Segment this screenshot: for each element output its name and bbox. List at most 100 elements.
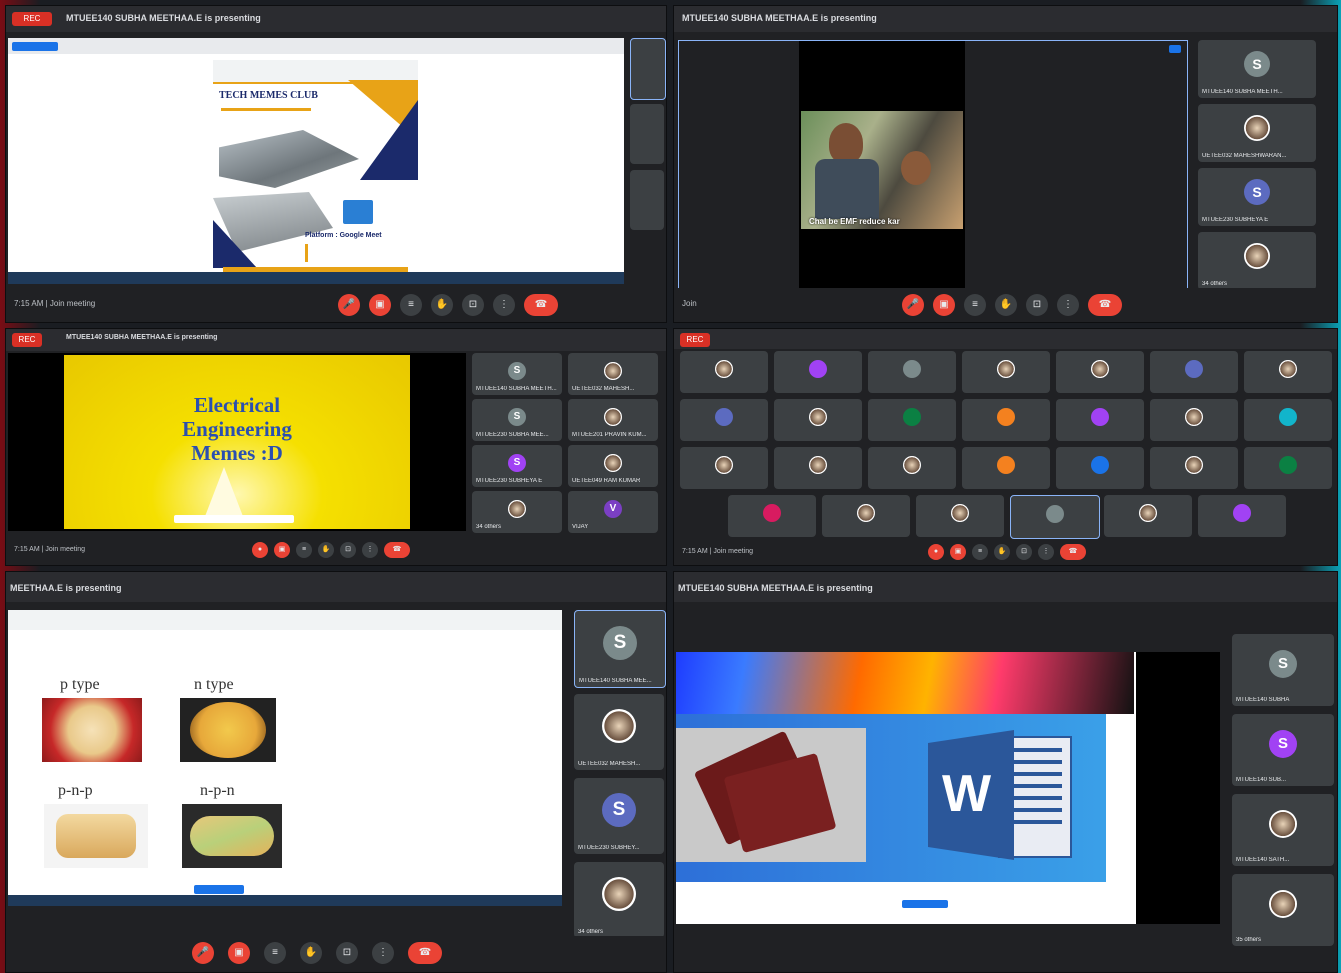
camera-off-button[interactable]: ▣ bbox=[933, 294, 955, 316]
participant-tile[interactable]: MTUEE140 SATH... bbox=[1232, 794, 1334, 866]
camera-off-button[interactable]: ▣ bbox=[228, 942, 250, 964]
participant-tile[interactable]: 34 others bbox=[472, 491, 562, 533]
participant-tile[interactable] bbox=[868, 351, 956, 393]
present-button[interactable]: ⊡ bbox=[1016, 544, 1032, 560]
shared-screen: W bbox=[676, 652, 1136, 924]
participant-tile[interactable] bbox=[1104, 495, 1192, 537]
participant-tile[interactable] bbox=[1244, 399, 1332, 441]
participant-avatar bbox=[903, 359, 921, 378]
participant-tile[interactable]: 35 others bbox=[1232, 874, 1334, 946]
participant-tile[interactable] bbox=[1056, 447, 1144, 489]
captions-button[interactable]: ≡ bbox=[400, 294, 422, 316]
more-options-button[interactable]: ⋮ bbox=[362, 542, 378, 558]
shared-screen: p type n type p-n-p n-p-n bbox=[8, 610, 562, 906]
participant-name: MTUEE140 SUBHA MEE... bbox=[579, 678, 652, 684]
participant-photo bbox=[903, 455, 921, 474]
leave-call-button[interactable]: ☎ bbox=[524, 294, 558, 316]
participant-tile[interactable]: S MTUEE230 SUBHEYA E bbox=[472, 445, 562, 487]
participant-tile[interactable]: UETEE049 RAM KUMAR bbox=[568, 445, 658, 487]
participant-tile[interactable] bbox=[962, 447, 1050, 489]
present-button[interactable]: ⊡ bbox=[462, 294, 484, 316]
raise-hand-button[interactable]: ✋ bbox=[431, 294, 453, 316]
participant-tile[interactable] bbox=[1244, 447, 1332, 489]
more-options-button[interactable]: ⋮ bbox=[1057, 294, 1079, 316]
participant-tile[interactable] bbox=[1056, 399, 1144, 441]
raise-hand-button[interactable]: ✋ bbox=[318, 542, 334, 558]
participant-tile[interactable]: V VIJAY bbox=[568, 491, 658, 533]
mic-off-button[interactable]: 🎤 bbox=[338, 294, 360, 316]
present-button[interactable]: ⊡ bbox=[340, 542, 356, 558]
participant-tile[interactable] bbox=[1010, 495, 1100, 539]
camera-off-button[interactable]: ▣ bbox=[950, 544, 966, 560]
leave-call-button[interactable]: ☎ bbox=[408, 942, 442, 964]
participant-avatar bbox=[715, 407, 733, 426]
participant-tile[interactable]: UETEE032 MAHESHWARAN... bbox=[1198, 104, 1316, 162]
participant-tile[interactable]: S MTUEE140 SUBHA MEE... bbox=[574, 610, 666, 688]
participant-tile[interactable]: S MTUEE140 SUB... bbox=[1232, 714, 1334, 786]
leave-call-button[interactable]: ☎ bbox=[1060, 544, 1086, 560]
participant-tile[interactable] bbox=[1150, 447, 1238, 489]
participant-tile[interactable]: 34 others bbox=[574, 862, 664, 938]
leave-call-button[interactable]: ☎ bbox=[384, 542, 410, 558]
participant-tile[interactable] bbox=[1150, 351, 1238, 393]
bread-image bbox=[42, 698, 142, 762]
mic-off-button[interactable]: ● bbox=[252, 542, 268, 558]
participant-tile[interactable] bbox=[1056, 351, 1144, 393]
participant-tile[interactable]: S MTUEE140 SUBHA MEETH... bbox=[1198, 40, 1316, 98]
participant-tile[interactable]: S MTUEE140 SUBHA MEETH... bbox=[472, 353, 562, 395]
more-options-button[interactable]: ⋮ bbox=[493, 294, 515, 316]
captions-button[interactable]: ≡ bbox=[264, 942, 286, 964]
raise-hand-button[interactable]: ✋ bbox=[995, 294, 1017, 316]
recording-badge: REC bbox=[12, 333, 42, 347]
participant-tile[interactable]: MTUEE201 PRAVIN KUM... bbox=[568, 399, 658, 441]
captions-button[interactable]: ≡ bbox=[296, 542, 312, 558]
participant-name: VIJAY bbox=[572, 524, 589, 530]
captions-button[interactable]: ≡ bbox=[972, 544, 988, 560]
participant-tile[interactable] bbox=[774, 447, 862, 489]
participant-name: UETEE049 RAM KUMAR bbox=[572, 478, 641, 484]
more-options-button[interactable]: ⋮ bbox=[1038, 544, 1054, 560]
captions-button[interactable]: ≡ bbox=[964, 294, 986, 316]
participant-tile[interactable] bbox=[680, 399, 768, 441]
participant-tile[interactable]: UETEE032 MAHESH... bbox=[574, 694, 664, 770]
participant-tile[interactable]: S MTUEE140 SUBHA bbox=[1232, 634, 1334, 706]
camera-off-button[interactable]: ▣ bbox=[369, 294, 391, 316]
participant-tile[interactable] bbox=[916, 495, 1004, 537]
participant-tile[interactable] bbox=[728, 495, 816, 537]
participant-tile[interactable]: 34 others bbox=[1198, 232, 1316, 290]
present-button[interactable]: ⊡ bbox=[336, 942, 358, 964]
presenting-label: MTUEE140 SUBHA MEETHAA.E is presenting bbox=[682, 13, 877, 23]
participant-tile[interactable] bbox=[822, 495, 910, 537]
participant-photo bbox=[1139, 503, 1157, 522]
mic-off-button[interactable]: 🎤 bbox=[192, 942, 214, 964]
participant-tile[interactable] bbox=[680, 351, 768, 393]
participant-photo bbox=[997, 359, 1015, 378]
mic-off-button[interactable]: 🎤 bbox=[902, 294, 924, 316]
participant-tile[interactable] bbox=[680, 447, 768, 489]
participant-tile[interactable]: UETEE032 MAHESH... bbox=[568, 353, 658, 395]
participant-tile[interactable] bbox=[774, 351, 862, 393]
participant-tile[interactable] bbox=[774, 399, 862, 441]
mic-off-button[interactable]: ● bbox=[928, 544, 944, 560]
leave-call-button[interactable]: ☎ bbox=[1088, 294, 1122, 316]
participant-tile[interactable]: S MTUEE230 SUBHEY... bbox=[574, 778, 664, 854]
label-npn: n-p-n bbox=[200, 782, 235, 799]
raise-hand-button[interactable]: ✋ bbox=[994, 544, 1010, 560]
participant-tile[interactable] bbox=[1198, 495, 1286, 537]
participant-tile[interactable] bbox=[1244, 351, 1332, 393]
present-button[interactable]: ⊡ bbox=[1026, 294, 1048, 316]
more-options-button[interactable]: ⋮ bbox=[372, 942, 394, 964]
participant-avatar: S bbox=[508, 453, 526, 472]
participant-tile[interactable] bbox=[1150, 399, 1238, 441]
participant-tile[interactable] bbox=[962, 351, 1050, 393]
participant-tile[interactable] bbox=[868, 447, 956, 489]
participant-tile[interactable]: S MTUEE230 SUBHEYA E bbox=[1198, 168, 1316, 226]
slide-body: W bbox=[676, 714, 1106, 882]
phone-screen: Chal be EMF reduce kar bbox=[799, 41, 965, 291]
participant-name: MTUEE230 SUBHA MEE... bbox=[476, 432, 549, 438]
raise-hand-button[interactable]: ✋ bbox=[300, 942, 322, 964]
participant-tile[interactable]: S MTUEE230 SUBHA MEE... bbox=[472, 399, 562, 441]
camera-off-button[interactable]: ▣ bbox=[274, 542, 290, 558]
participant-tile[interactable] bbox=[962, 399, 1050, 441]
participant-tile[interactable] bbox=[868, 399, 956, 441]
